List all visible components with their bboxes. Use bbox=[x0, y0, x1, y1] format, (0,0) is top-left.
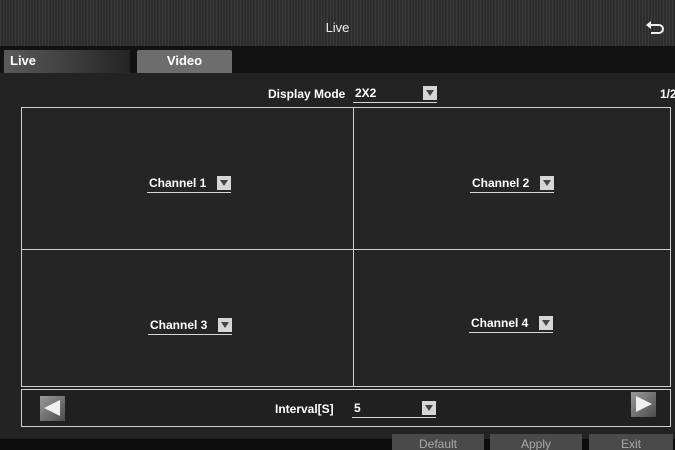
title-bar: Live bbox=[0, 0, 675, 46]
back-icon[interactable] bbox=[645, 20, 665, 36]
interval-label: Interval[S] bbox=[275, 402, 334, 416]
interval-select[interactable]: 5 bbox=[352, 401, 436, 418]
chevron-down-icon[interactable] bbox=[217, 176, 231, 190]
interval-bar: Interval[S] 5 bbox=[21, 389, 671, 427]
live-settings-panel: Display Mode 2X2 1/2 Channel 1 Channel 2… bbox=[0, 73, 675, 439]
chevron-down-icon[interactable] bbox=[540, 176, 554, 190]
tab-live[interactable]: Live bbox=[4, 50, 130, 73]
chevron-down-icon[interactable] bbox=[539, 316, 553, 330]
page-indicator: 1/2 bbox=[660, 87, 675, 101]
display-mode-select[interactable]: 2X2 bbox=[353, 86, 437, 103]
channel-2-value: Channel 2 bbox=[472, 176, 530, 190]
chevron-down-icon[interactable] bbox=[422, 401, 436, 415]
chevron-down-icon[interactable] bbox=[218, 318, 232, 332]
chevron-down-icon[interactable] bbox=[423, 86, 437, 100]
channel-1-value: Channel 1 bbox=[149, 176, 207, 190]
window-title: Live bbox=[325, 20, 350, 35]
tab-bar: Live Video Masking bbox=[0, 46, 675, 89]
channel-select-2[interactable]: Channel 2 bbox=[470, 176, 554, 193]
next-page-icon[interactable] bbox=[631, 392, 656, 417]
display-mode-value: 2X2 bbox=[355, 86, 377, 100]
tab-video-masking[interactable]: Video Masking bbox=[137, 50, 232, 89]
interval-value: 5 bbox=[354, 401, 361, 415]
channel-select-3[interactable]: Channel 3 bbox=[148, 318, 232, 335]
channel-select-1[interactable]: Channel 1 bbox=[147, 176, 231, 193]
default-button[interactable]: Default bbox=[392, 434, 484, 450]
channel-grid: Channel 1 Channel 2 Channel 3 Channel 4 bbox=[21, 107, 671, 387]
channel-select-4[interactable]: Channel 4 bbox=[469, 316, 553, 333]
exit-button[interactable]: Exit bbox=[589, 434, 673, 450]
display-mode-label: Display Mode bbox=[268, 87, 346, 101]
channel-3-value: Channel 3 bbox=[150, 318, 208, 332]
channel-4-value: Channel 4 bbox=[471, 316, 529, 330]
prev-page-icon[interactable] bbox=[40, 396, 65, 421]
apply-button[interactable]: Apply bbox=[490, 434, 582, 450]
grid-divider-horizontal bbox=[22, 249, 670, 250]
grid-divider-vertical bbox=[353, 108, 354, 386]
